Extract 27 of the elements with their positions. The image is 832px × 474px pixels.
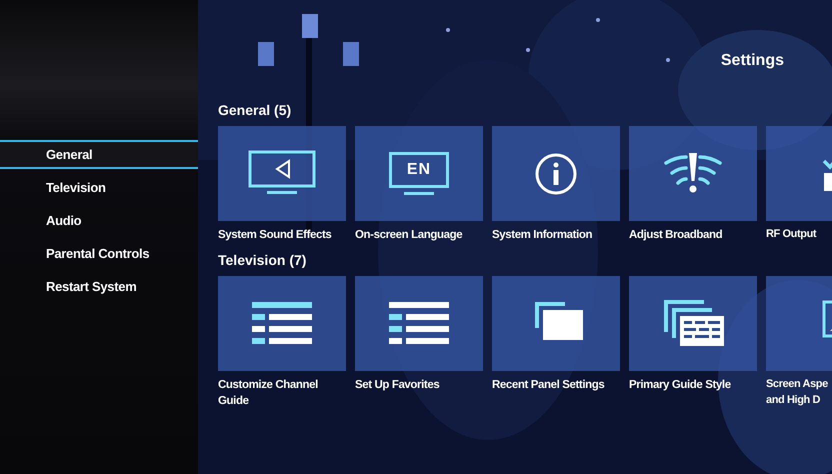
- section-heading: Television (7): [218, 252, 306, 268]
- tile-label: On-screen Language: [355, 228, 464, 243]
- tile-label: Set Up Favorites: [355, 378, 440, 393]
- sidebar-item[interactable]: Restart System: [0, 272, 198, 301]
- tile-label: Customize Channel Guide: [218, 378, 319, 410]
- tile-label: System Information: [492, 228, 594, 243]
- settings-tile[interactable]: [492, 276, 620, 371]
- settings-tile[interactable]: EN: [355, 126, 483, 221]
- settings-tile[interactable]: [629, 126, 757, 221]
- settings-tile[interactable]: [355, 276, 483, 371]
- sidebar-item[interactable]: Parental Controls: [0, 239, 198, 268]
- tile-label: Adjust Broadband: [629, 228, 724, 243]
- tile-label: System Sound Effects: [218, 228, 332, 243]
- sidebar-item[interactable]: General: [0, 140, 198, 169]
- tile-label: Screen Aspe and High D: [766, 376, 829, 408]
- language-monitor-icon: EN: [389, 152, 449, 188]
- tile-label: Primary Guide Style: [629, 378, 732, 393]
- settings-tile[interactable]: [218, 126, 346, 221]
- settings-tile[interactable]: [492, 126, 620, 221]
- settings-tile[interactable]: [629, 276, 757, 371]
- sidebar-item[interactable]: Television: [0, 173, 198, 202]
- settings-tile[interactable]: [218, 276, 346, 371]
- page-title: Settings: [720, 52, 784, 70]
- section-heading: General (5): [218, 102, 292, 118]
- tile-label: Recent Panel Settings: [492, 378, 606, 393]
- tile-label: RF Output: [766, 227, 818, 242]
- sidebar-item[interactable]: Audio: [0, 206, 198, 235]
